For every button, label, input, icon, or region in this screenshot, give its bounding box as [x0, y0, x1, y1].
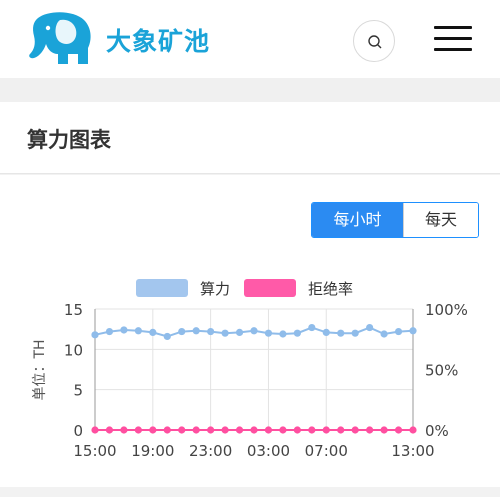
menu-button[interactable]	[434, 24, 474, 54]
spacer-band	[0, 78, 500, 102]
legend-label-hashrate: 算力	[200, 279, 231, 298]
hourly-toggle-button[interactable]: 每小时	[312, 203, 403, 237]
hamburger-menu-icon	[434, 26, 472, 29]
legend-item-reject[interactable]: 拒绝率	[244, 278, 353, 298]
header: 大象矿池	[0, 0, 500, 78]
brand-name[interactable]: 大象矿池	[106, 22, 210, 58]
hamburger-menu-icon	[434, 48, 472, 51]
legend-swatch-hashrate	[136, 279, 188, 297]
legend-item-hashrate[interactable]: 算力	[136, 278, 230, 298]
legend-swatch-reject	[244, 279, 296, 297]
section-header: 算力图表	[0, 102, 500, 174]
elephant-icon[interactable]	[26, 10, 96, 66]
daily-toggle-button[interactable]: 每天	[403, 203, 478, 237]
search-button[interactable]	[353, 20, 395, 62]
period-toggle: 每小时 每天	[311, 202, 479, 238]
search-icon	[368, 35, 382, 49]
footer-band	[0, 487, 500, 497]
hamburger-menu-icon	[434, 37, 472, 40]
legend-label-reject: 拒绝率	[308, 279, 354, 298]
section-title: 算力图表	[27, 128, 111, 152]
